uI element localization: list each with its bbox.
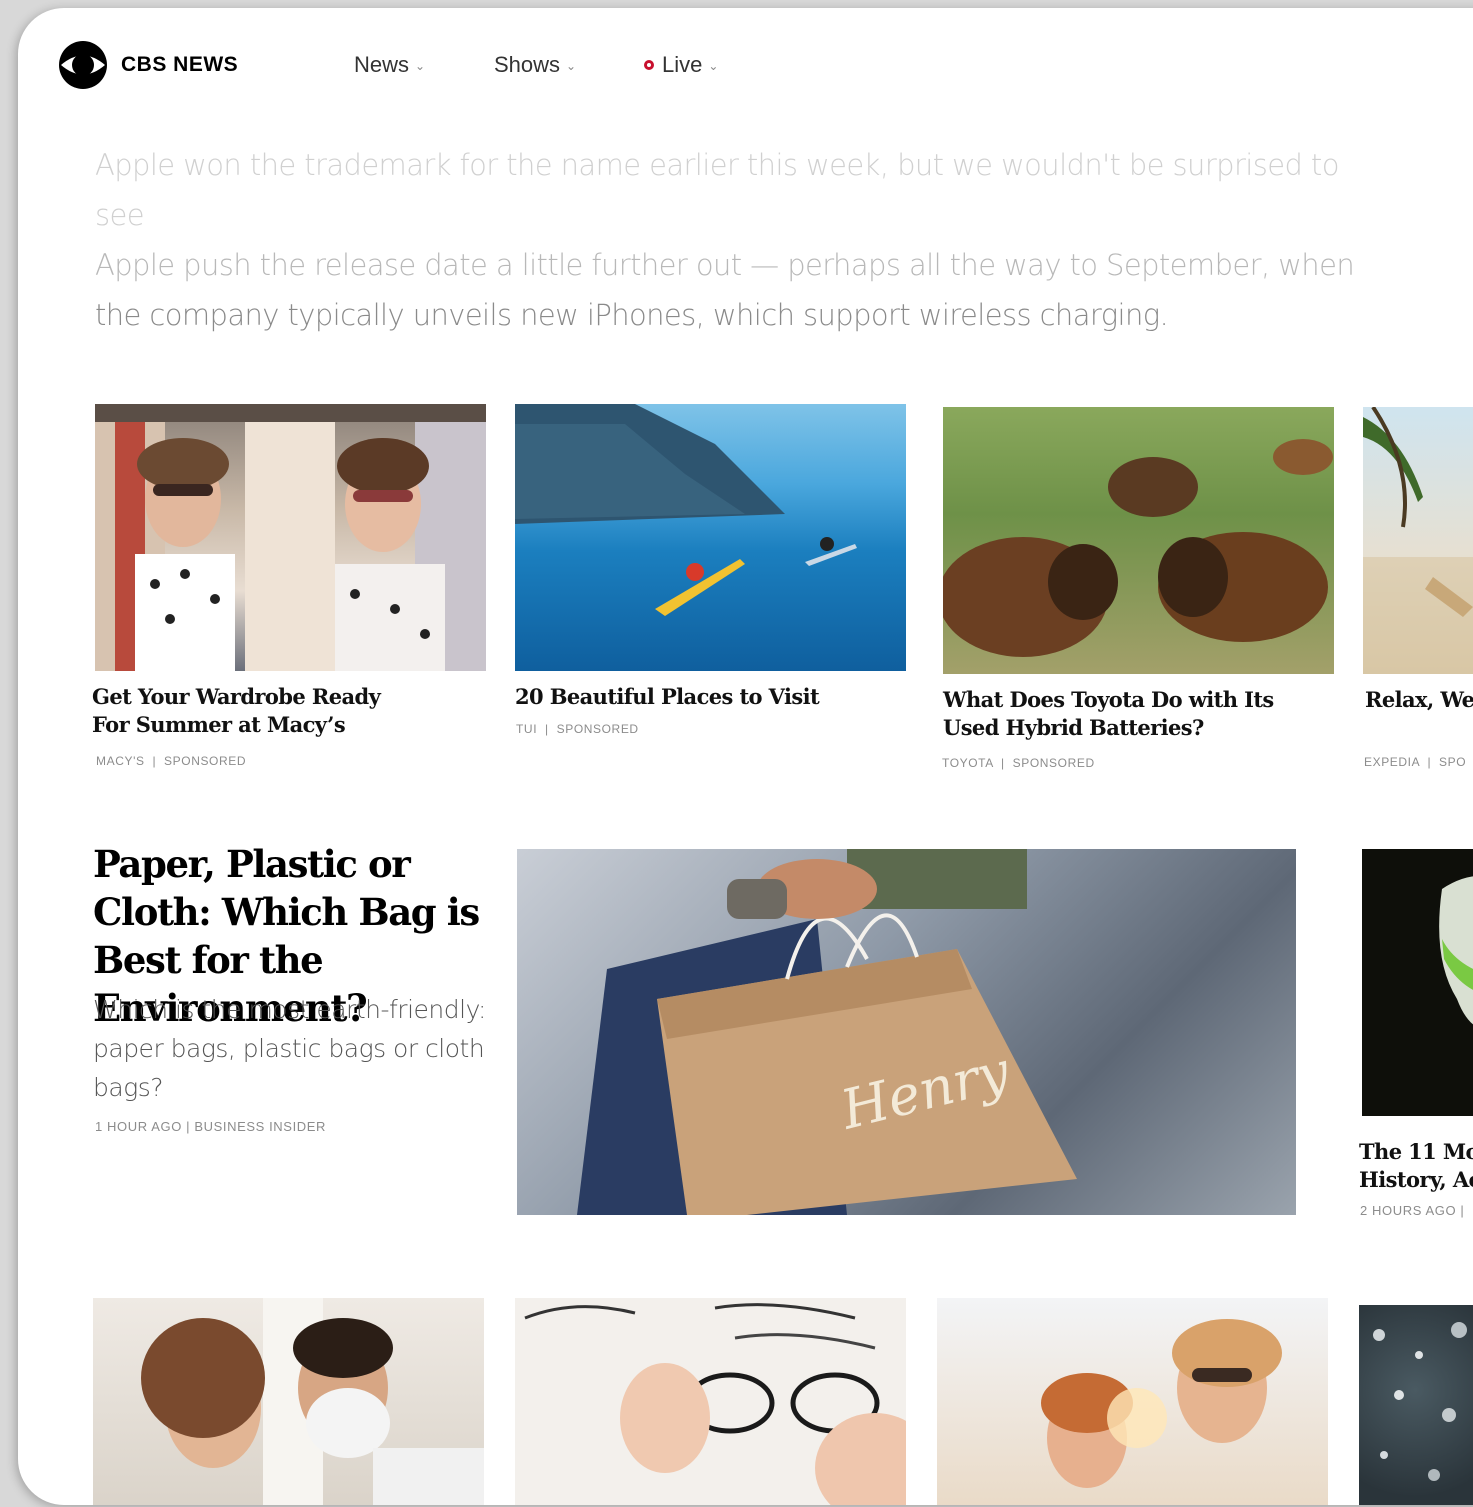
card-image-texture[interactable] — [1359, 1305, 1473, 1505]
feature-dek: Which is the most earth-friendly: paper … — [93, 995, 486, 1102]
side-story-meta: 2 HOURS AGO | — [1360, 1203, 1464, 1218]
paragraph-line: the company typically unveils new iPhone… — [95, 298, 1169, 332]
nav-shows[interactable]: Shows ⌄ — [494, 52, 576, 78]
card-meta: TOYOTA | SPONSORED — [942, 756, 1095, 770]
card-tag: SPONSORED — [164, 754, 247, 768]
card-image-wardrobe[interactable] — [95, 404, 486, 671]
chevron-down-icon: ⌄ — [708, 59, 719, 73]
brand-name[interactable]: CBS NEWS — [121, 53, 238, 77]
card-title[interactable]: Get Your Wardrobe Ready For Summer at Ma… — [92, 683, 402, 739]
card-image-beach[interactable] — [1363, 407, 1473, 674]
side-story-title[interactable]: The 11 Mos History, Ac — [1359, 1138, 1473, 1194]
kayak-photo — [515, 404, 857, 616]
card-title[interactable]: 20 Beautiful Places to Visit — [515, 683, 905, 711]
card-image-kayak[interactable] — [515, 404, 906, 671]
sneaker-photo — [1439, 876, 1473, 1025]
meta-separator: | — [186, 1119, 191, 1134]
browser-viewport: CBS NEWS News ⌄ Shows ⌄ Live ⌄ Apple won… — [18, 8, 1473, 1505]
nav-live[interactable]: Live ⌄ — [644, 52, 718, 78]
chevron-down-icon: ⌄ — [415, 59, 426, 73]
meta-separator: | — [1427, 755, 1432, 769]
clothes-rack-photo — [95, 404, 486, 671]
nav-live-label: Live — [662, 52, 703, 77]
meta-separator: | — [152, 754, 157, 768]
paragraph-line: Apple won the trademark for the name ear… — [95, 148, 1339, 232]
feature-time: 1 HOUR AGO — [95, 1119, 182, 1134]
shopping-bag-photo: Henry — [577, 849, 1077, 1215]
card-source: EXPEDIA — [1364, 755, 1420, 769]
meta-separator: | — [545, 722, 549, 736]
nav-news[interactable]: News ⌄ — [354, 52, 425, 78]
chevron-down-icon: ⌄ — [566, 59, 577, 73]
nav-shows-label: Shows — [494, 52, 561, 77]
paragraph-line: Apple push the release date a little fur… — [95, 248, 1355, 282]
beach-photo — [1363, 407, 1473, 674]
feature-source: BUSINESS INSIDER — [194, 1119, 327, 1134]
card-image-couple[interactable] — [93, 1298, 484, 1505]
card-meta: TUI | SPONSORED — [516, 722, 639, 736]
eyeglasses-photo — [524, 1303, 906, 1505]
meta-separator: | — [1001, 756, 1005, 770]
feature-image-shopping-bag[interactable]: Henry — [517, 849, 1296, 1215]
side-story-time: 2 HOURS AGO — [1360, 1203, 1457, 1218]
live-indicator-icon — [644, 60, 654, 70]
card-image-bison[interactable] — [943, 407, 1334, 674]
card-tag: SPO — [1439, 755, 1467, 769]
card-image-glasses[interactable] — [515, 1298, 906, 1505]
couple-photo — [141, 1298, 484, 1505]
side-story-image[interactable] — [1362, 849, 1473, 1116]
speckled-texture-photo — [1373, 1322, 1467, 1481]
card-source: TUI — [516, 722, 538, 736]
bison-photo — [943, 439, 1333, 657]
card-title[interactable]: Relax, We CactionSo — [1365, 686, 1473, 714]
card-tag: SPONSORED — [556, 722, 639, 736]
card-source: TOYOTA — [942, 756, 994, 770]
article-paragraph: Apple won the trademark for the name ear… — [95, 140, 1355, 340]
feature-meta: 1 HOUR AGO | BUSINESS INSIDER — [95, 1119, 326, 1134]
card-image-sunglasses-women[interactable] — [937, 1298, 1328, 1505]
card-title[interactable]: What Does Toyota Do with Its Used Hybrid… — [943, 686, 1333, 742]
card-meta: MACY'S | SPONSORED — [96, 754, 246, 768]
women-laughing-photo — [1041, 1319, 1282, 1488]
card-source: MACY'S — [96, 754, 145, 768]
cbs-eye-logo-icon[interactable] — [58, 40, 108, 90]
card-tag: SPONSORED — [1012, 756, 1095, 770]
meta-separator: | — [1460, 1203, 1465, 1218]
card-meta: EXPEDIA | SPO — [1364, 755, 1466, 769]
nav-news-label: News — [354, 52, 410, 77]
